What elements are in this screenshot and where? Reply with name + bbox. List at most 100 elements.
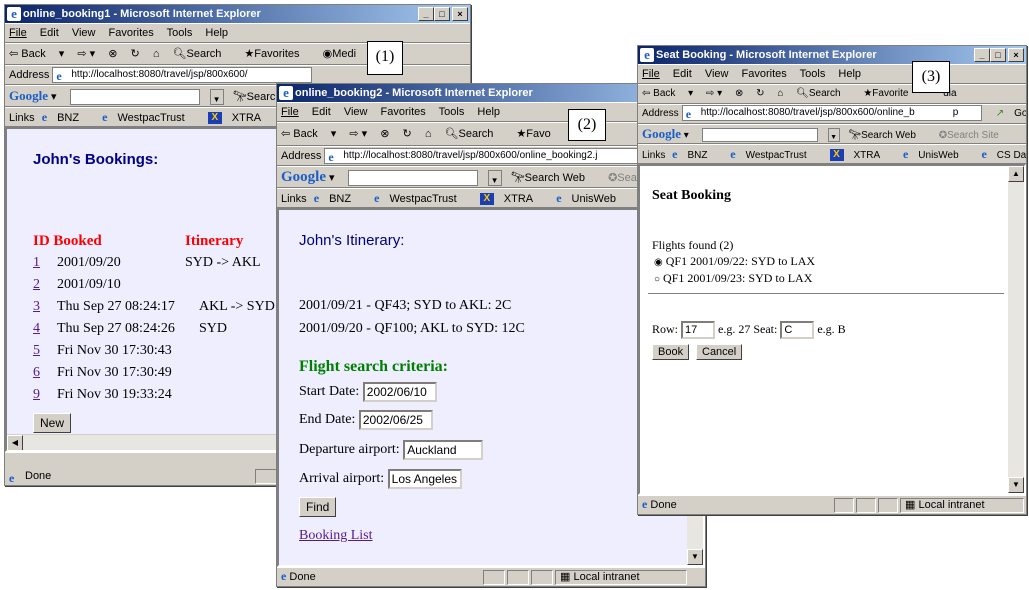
menu-edit[interactable]: Edit bbox=[673, 68, 692, 80]
link-xtra[interactable]: X XTRA bbox=[207, 112, 271, 125]
google-search-input[interactable] bbox=[69, 89, 200, 106]
link-bnz[interactable]: e BNZ bbox=[314, 191, 361, 205]
flight-option-1[interactable]: ◉ QF1 2001/09/22: SYD to LAX bbox=[654, 254, 815, 269]
link-westpactrust[interactable]: e WestpacTrust bbox=[374, 191, 467, 205]
address-input[interactable]: http://localhost:8080/travel/jsp/800x600… bbox=[681, 105, 982, 122]
address-input[interactable]: http://localhost:8080/travel/jsp/800x600… bbox=[52, 67, 313, 84]
media-button[interactable]: ◉Medi bbox=[323, 48, 366, 60]
end-date-input[interactable]: 2002/06/25 bbox=[358, 410, 433, 430]
link-bnz[interactable]: e BNZ bbox=[672, 147, 717, 161]
link-westpactrust[interactable]: e WestpacTrust bbox=[102, 110, 195, 124]
scroll-left-arrow-icon[interactable]: ◀ bbox=[7, 435, 23, 450]
new-button[interactable]: New bbox=[33, 413, 72, 433]
booking-list-link[interactable]: Booking List bbox=[299, 528, 373, 544]
row-input[interactable]: 17 bbox=[681, 321, 716, 339]
vertical-scrollbar[interactable]: ▲ ▼ bbox=[1008, 166, 1024, 493]
google-search-button[interactable]: 🔭︎Search Web bbox=[511, 172, 595, 184]
close-button[interactable]: × bbox=[452, 7, 468, 21]
booking-id-link[interactable]: 2 bbox=[33, 277, 40, 293]
booking-id-link[interactable]: 6 bbox=[33, 365, 40, 381]
find-button[interactable]: Find bbox=[299, 497, 337, 517]
refresh-icon[interactable]: ↻ bbox=[756, 88, 764, 99]
refresh-icon[interactable]: ↻ bbox=[403, 128, 412, 140]
back-button[interactable]: ⇦ Back ▾ bbox=[9, 48, 64, 60]
link-bnz[interactable]: e BNZ bbox=[42, 110, 89, 124]
google-search-button[interactable]: 🔭︎Search Web bbox=[848, 130, 926, 141]
scroll-down-arrow-icon[interactable]: ▼ bbox=[1008, 477, 1024, 493]
menu-edit[interactable]: Edit bbox=[312, 106, 331, 118]
favorites-button[interactable]: ★Favorites bbox=[244, 48, 309, 60]
booking-id-link[interactable]: 1 bbox=[33, 255, 40, 271]
menu-edit[interactable]: Edit bbox=[40, 27, 59, 39]
google-logo[interactable]: Google ▾ bbox=[9, 88, 57, 103]
back-button[interactable]: ⇦ Back ▾ bbox=[281, 128, 336, 140]
menu-tools[interactable]: Tools bbox=[167, 27, 193, 39]
book-button[interactable]: Book bbox=[652, 344, 690, 360]
start-date-input[interactable]: 2002/06/10 bbox=[362, 382, 437, 402]
menu-tools[interactable]: Tools bbox=[800, 68, 826, 80]
link-xtra[interactable]: X XTRA bbox=[829, 149, 891, 162]
close-button[interactable]: × bbox=[1008, 48, 1024, 62]
google-search-site-button[interactable]: ✪Search Site bbox=[939, 130, 1009, 141]
booking-id-link[interactable]: 3 bbox=[33, 299, 40, 315]
departure-input[interactable]: Auckland bbox=[403, 440, 484, 460]
arrival-input[interactable]: Los Angeles bbox=[387, 469, 462, 489]
link-unisweb[interactable]: e UnisWeb bbox=[903, 147, 969, 161]
link-cs-databases[interactable]: e CS Databases bbox=[981, 147, 1026, 161]
address-input[interactable]: http://localhost:8080/travel/jsp/800x600… bbox=[324, 148, 685, 165]
stop-icon[interactable]: ⊗ bbox=[735, 88, 743, 99]
radio-unselected[interactable]: ○ bbox=[654, 274, 660, 285]
go-button[interactable]: ↗ Go bbox=[996, 108, 1026, 119]
scroll-up-arrow-icon[interactable]: ▲ bbox=[1008, 166, 1024, 182]
menu-favorites[interactable]: Favorites bbox=[742, 68, 787, 80]
menu-file[interactable]: File bbox=[281, 106, 299, 118]
favorites-button[interactable]: ★Favorite bbox=[863, 88, 918, 99]
booking-id-link[interactable]: 4 bbox=[33, 321, 40, 337]
menu-help[interactable]: Help bbox=[477, 106, 500, 118]
dropdown-icon[interactable]: ▼ bbox=[827, 128, 840, 143]
link-unisweb[interactable]: e UnisWeb bbox=[556, 191, 626, 205]
menu-favorites[interactable]: Favorites bbox=[381, 106, 426, 118]
dropdown-icon[interactable]: ▼ bbox=[487, 170, 502, 187]
cancel-button[interactable]: Cancel bbox=[696, 344, 743, 360]
forward-button[interactable]: ⇨ ▾ bbox=[77, 48, 95, 60]
flight-option-2[interactable]: ○ QF1 2001/09/23: SYD to LAX bbox=[654, 271, 812, 286]
google-logo[interactable]: Google ▾ bbox=[281, 169, 335, 185]
link-westpactrust[interactable]: e WestpacTrust bbox=[730, 147, 816, 161]
maximize-button[interactable]: □ bbox=[434, 7, 450, 21]
search-button[interactable]: 🔍︎Search bbox=[445, 128, 504, 140]
refresh-icon[interactable]: ↻ bbox=[131, 48, 140, 60]
minimize-button[interactable]: _ bbox=[974, 48, 990, 62]
booking-id-link[interactable]: 5 bbox=[33, 343, 40, 359]
forward-button[interactable]: ⇨ ▾ bbox=[706, 88, 722, 99]
menu-view[interactable]: View bbox=[344, 106, 368, 118]
dropdown-icon[interactable]: ▼ bbox=[209, 89, 224, 106]
menu-help[interactable]: Help bbox=[838, 68, 861, 80]
menu-favorites[interactable]: Favorites bbox=[109, 27, 154, 39]
back-button[interactable]: ⇦ Back ▾ bbox=[642, 88, 693, 99]
menu-file[interactable]: File bbox=[642, 68, 660, 80]
radio-selected[interactable]: ◉ bbox=[654, 257, 663, 268]
home-icon[interactable]: ⌂ bbox=[777, 88, 783, 99]
menu-file[interactable]: File bbox=[9, 27, 27, 39]
forward-button[interactable]: ⇨ ▾ bbox=[349, 128, 367, 140]
booking-id-link[interactable]: 9 bbox=[33, 387, 40, 403]
menu-tools[interactable]: Tools bbox=[439, 106, 465, 118]
seat-input[interactable]: C bbox=[780, 321, 815, 339]
favorites-button[interactable]: ★Favo bbox=[516, 128, 560, 140]
stop-icon[interactable]: ⊗ bbox=[380, 128, 389, 140]
search-button[interactable]: 🔍︎Search bbox=[796, 88, 850, 99]
minimize-button[interactable]: _ bbox=[418, 7, 434, 21]
link-xtra[interactable]: X XTRA bbox=[479, 193, 543, 206]
home-icon[interactable]: ⌂ bbox=[153, 48, 160, 60]
home-icon[interactable]: ⌂ bbox=[425, 128, 432, 140]
scroll-down-arrow-icon[interactable]: ▼ bbox=[687, 549, 703, 565]
menu-view[interactable]: View bbox=[72, 27, 96, 39]
search-button[interactable]: 🔍︎Search bbox=[173, 48, 232, 60]
menu-view[interactable]: View bbox=[705, 68, 729, 80]
google-logo[interactable]: Google ▾ bbox=[642, 126, 689, 141]
google-search-input[interactable] bbox=[347, 170, 478, 187]
google-search-input[interactable] bbox=[701, 128, 818, 143]
stop-icon[interactable]: ⊗ bbox=[108, 48, 117, 60]
menu-help[interactable]: Help bbox=[205, 27, 228, 39]
